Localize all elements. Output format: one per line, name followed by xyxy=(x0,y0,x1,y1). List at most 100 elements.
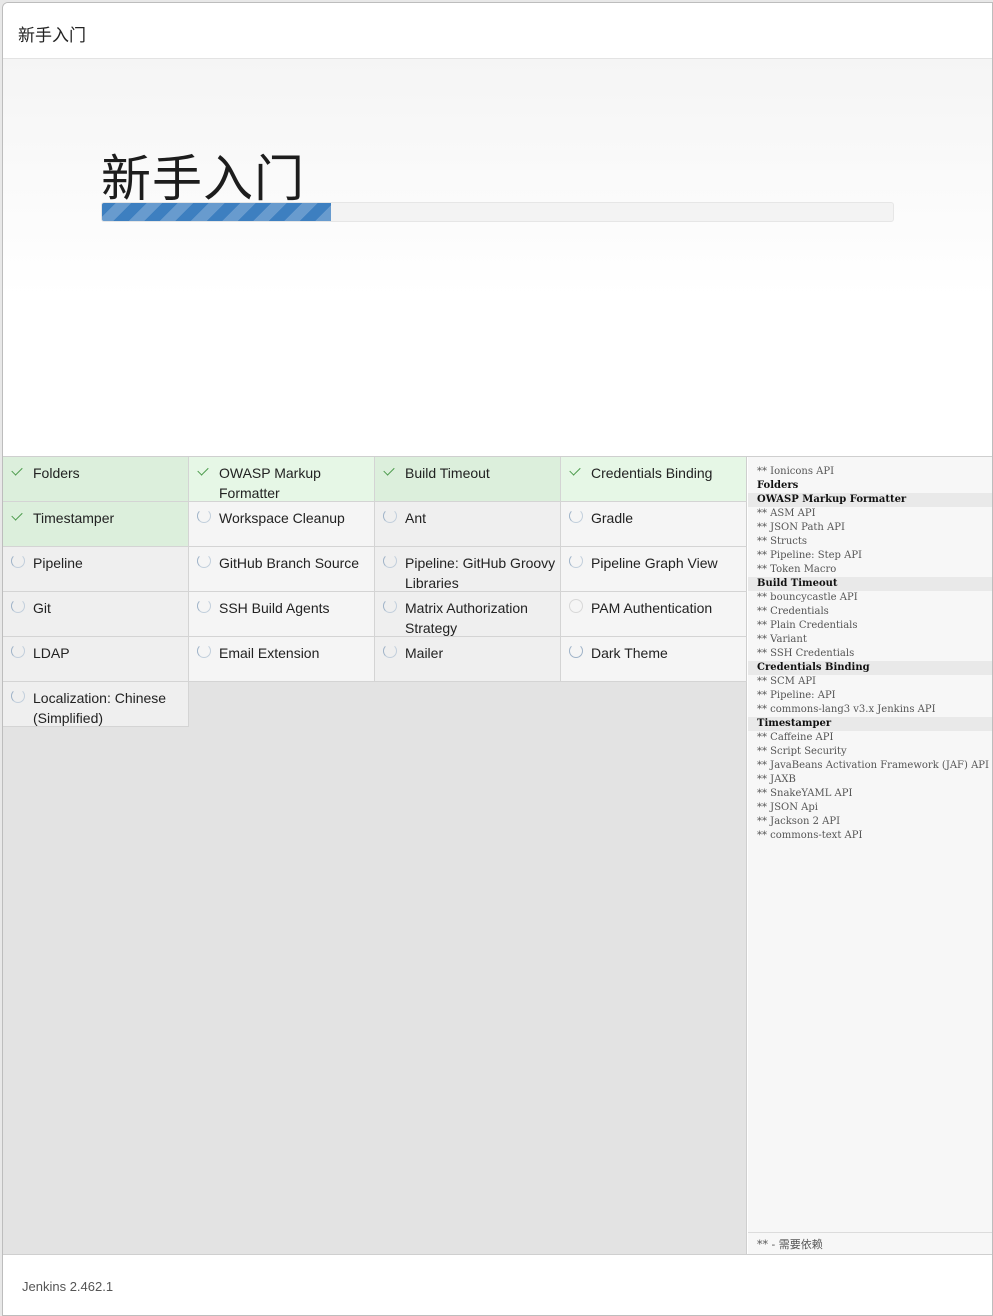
spinner-icon xyxy=(569,509,583,523)
plugin-item: Folders xyxy=(3,457,189,502)
spinner-icon xyxy=(383,509,397,523)
log-dependency-line: ** commons-text API xyxy=(757,830,863,841)
wizard-header: 新手入门 xyxy=(3,3,992,59)
plugin-name: LDAP xyxy=(33,645,70,661)
footer: Jenkins 2.462.1 xyxy=(3,1254,992,1315)
spinner-icon xyxy=(11,689,25,703)
pending-icon xyxy=(569,599,583,613)
log-dependency-line: ** Caffeine API xyxy=(757,732,834,743)
spinner-icon xyxy=(197,554,211,568)
plugin-item: Dark Theme xyxy=(561,637,747,682)
plugin-item: Git xyxy=(3,592,189,637)
refresh-icon xyxy=(569,644,583,658)
plugin-item: SSH Build Agents xyxy=(189,592,375,637)
progress-panel: 新手入门 xyxy=(3,59,992,457)
spinner-icon xyxy=(11,554,25,568)
spinner-icon xyxy=(197,509,211,523)
plugin-name: Timestamper xyxy=(33,510,115,526)
log-dependency-line: ** JSON Api xyxy=(757,802,818,813)
plugin-name: Folders xyxy=(33,465,80,481)
check-icon xyxy=(11,464,25,478)
plugin-item: Email Extension xyxy=(189,637,375,682)
spinner-icon xyxy=(383,599,397,613)
spinner-icon xyxy=(383,554,397,568)
spinner-icon xyxy=(197,599,211,613)
wizard-title: 新手入门 xyxy=(18,26,86,45)
plugin-item: Credentials Binding xyxy=(561,457,747,502)
plugin-name: Localization: Chinese (Simplified) xyxy=(33,690,167,726)
plugin-item: OWASP Markup Formatter xyxy=(189,457,375,502)
plugin-name: SSH Build Agents xyxy=(219,600,330,616)
spinner-icon xyxy=(383,644,397,658)
plugin-item: Gradle xyxy=(561,502,747,547)
plugin-grid: Folders OWASP Markup Formatter Build Timeo… xyxy=(3,457,747,727)
spinner-icon xyxy=(197,644,211,658)
dependency-legend: ** - 需要依赖 xyxy=(748,1232,992,1254)
log-plugin-line: OWASP Markup Formatter xyxy=(748,493,992,507)
log-dependency-line: ** Credentials xyxy=(757,606,829,617)
plugin-name: Dark Theme xyxy=(591,645,668,661)
log-dependency-line: ** SnakeYAML API xyxy=(757,788,853,799)
log-plugin-line: Timestamper xyxy=(748,717,992,731)
plugin-item: Pipeline: GitHub Groovy Libraries xyxy=(375,547,561,592)
plugin-item: Build Timeout xyxy=(375,457,561,502)
log-dependency-line: ** SSH Credentials xyxy=(757,648,855,659)
log-dependency-line: ** JSON Path API xyxy=(757,522,845,533)
install-log[interactable]: ** Ionicons API Folders OWASP Markup Forma… xyxy=(748,457,992,1232)
check-icon xyxy=(11,509,25,523)
check-icon xyxy=(383,464,397,478)
plugin-item: Mailer xyxy=(375,637,561,682)
setup-wizard-window: 新手入门 新手入门 Folders OWASP Markup Formatter B… xyxy=(2,2,993,1316)
plugin-name: Pipeline Graph View xyxy=(591,555,718,571)
plugin-name: Pipeline: GitHub Groovy Libraries xyxy=(405,555,556,591)
install-progress-fill xyxy=(102,203,332,221)
plugin-name: Mailer xyxy=(405,645,444,661)
plugin-name: Gradle xyxy=(591,510,634,526)
plugin-name: Ant xyxy=(405,510,427,526)
plugin-name: Git xyxy=(33,600,51,616)
log-dependency-line: ** SCM API xyxy=(757,676,816,687)
plugin-name: PAM Authentication xyxy=(591,600,713,616)
log-plugin-line: Credentials Binding xyxy=(748,661,992,675)
plugin-name: Pipeline xyxy=(33,555,83,571)
log-dependency-line: ** Structs xyxy=(757,536,808,547)
plugin-list-panel: Folders OWASP Markup Formatter Build Timeo… xyxy=(3,457,747,1254)
plugin-item: Workspace Cleanup xyxy=(189,502,375,547)
log-dependency-line: ** Plain Credentials xyxy=(757,620,858,631)
install-progress-bar xyxy=(101,202,894,222)
plugin-name: OWASP Markup Formatter xyxy=(219,465,321,501)
log-dependency-line: ** Variant xyxy=(757,634,807,645)
plugin-item: Ant xyxy=(375,502,561,547)
log-dependency-line: ** commons-lang3 v3.x Jenkins API xyxy=(757,704,936,715)
log-dependency-line: ** Jackson 2 API xyxy=(757,816,841,827)
check-icon xyxy=(197,464,211,478)
plugin-item: PAM Authentication xyxy=(561,592,747,637)
check-icon xyxy=(569,464,583,478)
log-dependency-line: ** Token Macro xyxy=(757,564,837,575)
page-heading: 新手入门 xyxy=(101,151,305,207)
jenkins-version: Jenkins 2.462.1 xyxy=(22,1279,114,1294)
log-dependency-line: ** Ionicons API xyxy=(757,466,835,477)
spinner-icon xyxy=(11,644,25,658)
log-dependency-line: ** Pipeline: Step API xyxy=(757,550,862,561)
spinner-icon xyxy=(11,599,25,613)
plugin-item: Matrix Authorization Strategy xyxy=(375,592,561,637)
plugin-name: Build Timeout xyxy=(405,465,490,481)
log-dependency-line: ** Pipeline: API xyxy=(757,690,836,701)
plugin-item: Localization: Chinese (Simplified) xyxy=(3,682,189,727)
spinner-icon xyxy=(569,554,583,568)
log-plugin-line: Folders xyxy=(757,480,799,491)
plugin-item: Pipeline Graph View xyxy=(561,547,747,592)
plugin-name: Credentials Binding xyxy=(591,465,713,481)
plugin-name: GitHub Branch Source xyxy=(219,555,360,571)
log-dependency-line: ** JavaBeans Activation Framework (JAF) … xyxy=(757,760,989,771)
log-dependency-line: ** Script Security xyxy=(757,746,847,757)
plugin-item: LDAP xyxy=(3,637,189,682)
plugin-item: GitHub Branch Source xyxy=(189,547,375,592)
plugin-name: Workspace Cleanup xyxy=(219,510,345,526)
log-dependency-line: ** JAXB xyxy=(757,774,796,785)
log-plugin-line: Build Timeout xyxy=(748,577,992,591)
plugin-name: Email Extension xyxy=(219,645,320,661)
log-dependency-line: ** ASM API xyxy=(757,508,816,519)
plugin-item: Pipeline xyxy=(3,547,189,592)
